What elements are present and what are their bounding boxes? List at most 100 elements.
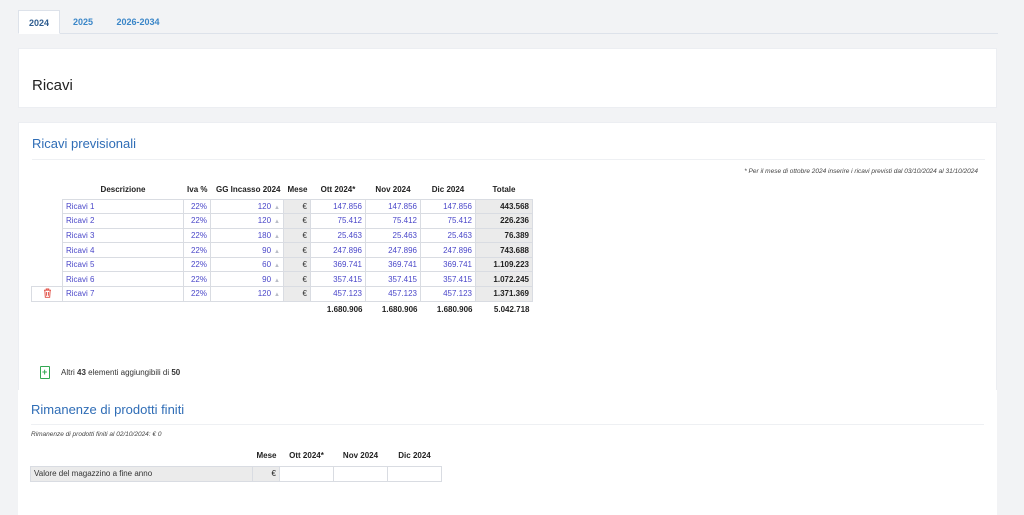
col-ott-2024: Ott 2024* [289, 451, 324, 461]
currency-symbol: € [283, 227, 311, 244]
rimanenze-table: Mese Ott 2024* Nov 2024 Dic 2024 Valore … [30, 446, 442, 482]
table-row: Ricavi 7 22% 120 ▲ € 457.123 457.123 457.… [31, 286, 533, 302]
tab-2025[interactable]: 2025 [64, 10, 102, 34]
total-dic-2024: 1.680.906 [436, 304, 473, 314]
add-count: 43 [77, 368, 86, 377]
iva-select[interactable]: 22% [183, 256, 211, 273]
col-mese: Mese [256, 451, 277, 461]
currency-symbol: € [283, 198, 311, 215]
tab-2026-2034[interactable]: 2026-2034 [108, 10, 168, 34]
delete-row-button[interactable] [31, 286, 63, 302]
iva-select[interactable]: 22% [183, 198, 211, 215]
gg-incasso-value: 120 [257, 289, 272, 299]
dic-2024-input[interactable]: 147.856 [420, 198, 476, 215]
total-ott-2024: 1.680.906 [326, 304, 363, 314]
nov-2024-input[interactable]: 25.463 [365, 227, 421, 244]
descrizione-input[interactable]: Ricavi 7 [62, 286, 184, 302]
descrizione-input[interactable]: Ricavi 3 [62, 227, 184, 244]
table-row: Valore del magazzino a fine anno € [30, 465, 442, 482]
ott-2024-input[interactable]: 457.123 [310, 286, 366, 302]
currency-symbol: € [283, 256, 311, 273]
spinner-icon[interactable]: ▲ [274, 219, 280, 225]
ott-2024-input[interactable]: 357.415 [310, 271, 366, 288]
ott-2024-input[interactable]: 247.896 [310, 242, 366, 258]
gg-incasso-value: 60 [262, 260, 272, 270]
row-total: 226.236 [475, 213, 533, 229]
descrizione-input[interactable]: Ricavi 4 [62, 242, 184, 258]
row-total: 1.109.223 [475, 256, 533, 273]
gg-incasso-input[interactable]: 90 ▲ [210, 271, 284, 288]
dic-2024-input[interactable]: 457.123 [420, 286, 476, 302]
ott-2024-input[interactable]: 147.856 [310, 198, 366, 215]
currency-symbol: € [283, 286, 311, 302]
iva-select[interactable]: 22% [183, 286, 211, 302]
iva-select[interactable]: 22% [183, 213, 211, 229]
col-nov-2024: Nov 2024 [342, 451, 379, 461]
magazzino-label: Valore del magazzino a fine anno [30, 465, 253, 482]
tab-2024[interactable]: 2024 [18, 10, 60, 34]
add-prefix: Altri [61, 368, 75, 377]
totals-row: 1.680.906 1.680.906 1.680.906 5.042.718 [32, 301, 533, 317]
dic-2024-input[interactable] [387, 465, 442, 482]
col-mese: Mese [287, 185, 308, 195]
year-tabs: 2024 2025 2026-2034 [18, 10, 998, 34]
total-nov-2024: 1.680.906 [381, 304, 418, 314]
dic-2024-input[interactable]: 25.463 [420, 227, 476, 244]
table-row: Ricavi 5 22% 60 ▲ € 369.741 369.741 369.7… [32, 256, 533, 273]
iva-select[interactable]: 22% [183, 242, 211, 258]
nov-2024-input[interactable] [333, 465, 388, 482]
col-iva: Iva % [187, 185, 208, 195]
iva-select[interactable]: 22% [183, 271, 211, 288]
col-totale: Totale [492, 185, 516, 195]
descrizione-input[interactable]: Ricavi 1 [62, 198, 184, 215]
col-nov-2024: Nov 2024 [375, 185, 411, 195]
nov-2024-input[interactable]: 457.123 [365, 286, 421, 302]
dic-2024-input[interactable]: 247.896 [420, 242, 476, 258]
descrizione-input[interactable]: Ricavi 5 [62, 256, 184, 273]
gg-incasso-input[interactable]: 120 ▲ [210, 213, 284, 229]
section-divider [31, 424, 984, 425]
nov-2024-input[interactable]: 369.741 [365, 256, 421, 273]
gg-incasso-value: 90 [262, 274, 272, 284]
gg-incasso-input[interactable]: 90 ▲ [210, 242, 284, 258]
ott-2024-input[interactable]: 75.412 [310, 213, 366, 229]
gg-incasso-input[interactable]: 120 ▲ [210, 286, 284, 302]
spinner-icon[interactable]: ▲ [274, 249, 280, 255]
descrizione-input[interactable]: Ricavi 6 [62, 271, 184, 288]
currency-symbol: € [283, 242, 311, 258]
page-title: Ricavi [32, 77, 73, 94]
dic-2024-input[interactable]: 357.415 [420, 271, 476, 288]
spinner-icon[interactable]: ▲ [274, 205, 280, 211]
col-dic-2024: Dic 2024 [398, 451, 431, 461]
add-document-icon[interactable] [40, 366, 50, 379]
ott-2024-input[interactable]: 25.463 [310, 227, 366, 244]
ott-2024-input[interactable] [279, 465, 334, 482]
dic-2024-input[interactable]: 75.412 [420, 213, 476, 229]
spinner-icon[interactable]: ▲ [274, 292, 280, 298]
table-header-row: Mese Ott 2024* Nov 2024 Dic 2024 [31, 446, 442, 466]
gg-incasso-input[interactable]: 60 ▲ [210, 256, 284, 273]
trash-icon [43, 288, 51, 298]
col-gg-incasso: GG Incasso 2024 [216, 185, 281, 195]
nov-2024-input[interactable]: 357.415 [365, 271, 421, 288]
spinner-icon[interactable]: ▲ [274, 234, 280, 240]
gg-incasso-input[interactable]: 120 ▲ [210, 198, 284, 215]
ott-2024-input[interactable]: 369.741 [310, 256, 366, 273]
add-max: 50 [171, 368, 181, 377]
spinner-icon[interactable]: ▲ [274, 263, 280, 269]
iva-select[interactable]: 22% [183, 227, 211, 244]
grand-total: 5.042.718 [493, 304, 530, 314]
nov-2024-input[interactable]: 247.896 [365, 242, 421, 258]
gg-incasso-value: 90 [262, 245, 272, 255]
table-row: Ricavi 1 22% 120 ▲ € 147.856 147.856 147.… [32, 198, 533, 215]
nov-2024-input[interactable]: 147.856 [365, 198, 421, 215]
spinner-icon[interactable]: ▲ [274, 278, 280, 284]
dic-2024-input[interactable]: 369.741 [420, 256, 476, 273]
table-row: Ricavi 3 22% 180 ▲ € 25.463 25.463 25.463… [32, 227, 533, 244]
gg-incasso-input[interactable]: 180 ▲ [210, 227, 284, 244]
descrizione-input[interactable]: Ricavi 2 [62, 213, 184, 229]
add-middle: elementi aggiungibili di [88, 368, 170, 377]
currency-symbol: € [283, 213, 311, 229]
table-row: Ricavi 4 22% 90 ▲ € 247.896 247.896 247.8… [32, 242, 533, 258]
nov-2024-input[interactable]: 75.412 [365, 213, 421, 229]
